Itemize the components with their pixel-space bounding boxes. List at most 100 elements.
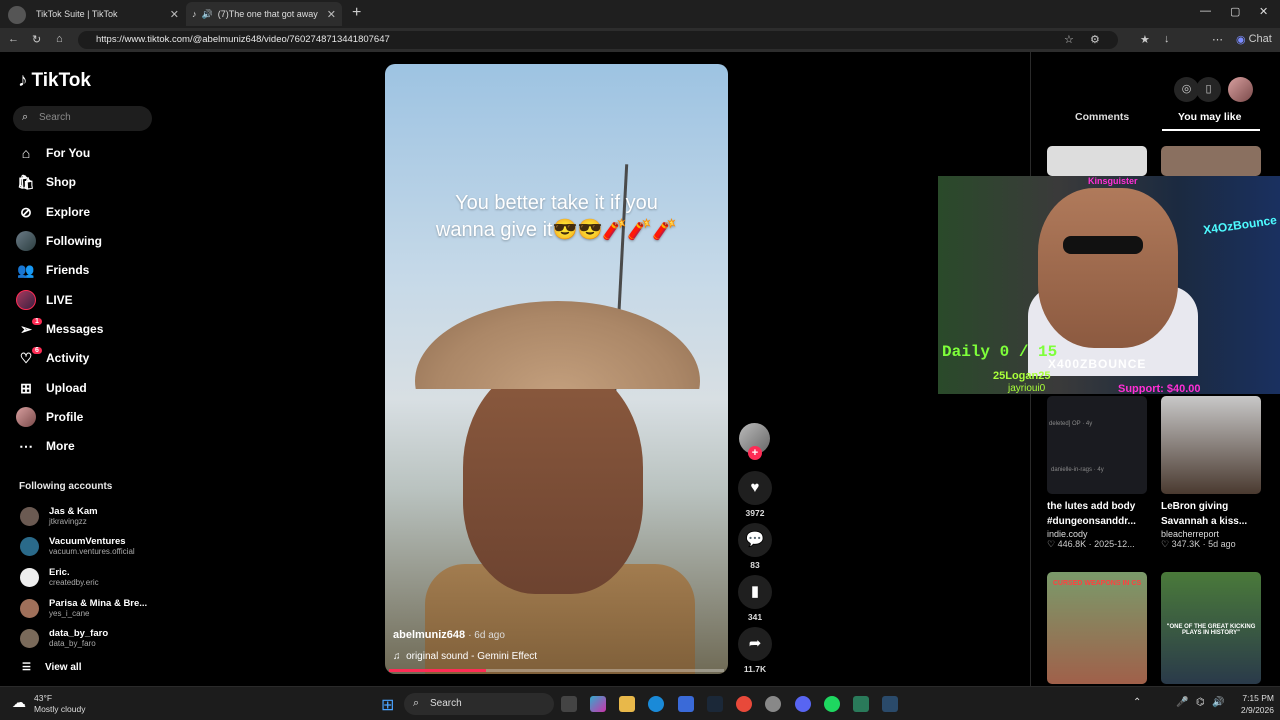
streamer-face <box>1038 188 1178 348</box>
activity-icon: ♡ 6 <box>16 346 42 367</box>
account-handle: data_by_faro <box>49 639 96 648</box>
back-icon[interactable]: ← <box>8 33 19 45</box>
weather-icon[interactable]: ☁ <box>12 694 26 711</box>
steam-icon[interactable] <box>707 696 723 712</box>
more-options-icon[interactable]: ⋯ <box>1212 33 1223 46</box>
home-icon[interactable]: ⌂ <box>56 33 63 45</box>
task-view-icon[interactable] <box>561 696 577 712</box>
account-item[interactable]: Parisa & Mina & Bre... yes_i_cane <box>20 594 147 622</box>
card-stats: ♡ 446.8K · 2025-12... <box>1047 539 1135 549</box>
close-tab-icon[interactable]: ✕ <box>170 8 179 21</box>
avatar <box>20 598 39 618</box>
tab-comments[interactable]: Comments <box>1075 111 1129 123</box>
star-icon[interactable]: ☆ <box>1064 33 1074 46</box>
profile-icon[interactable] <box>8 6 26 24</box>
minimize-icon[interactable]: — <box>1200 5 1211 17</box>
nav-explore[interactable]: ⊘ Explore <box>16 201 90 223</box>
speaker-icon[interactable]: 🔊 <box>202 9 213 20</box>
store-icon[interactable] <box>678 696 694 712</box>
account-item[interactable]: Jas & Kam jtkravingzz <box>20 502 98 530</box>
extensions-icon[interactable]: ⚙ <box>1090 33 1100 46</box>
chrome-icon[interactable] <box>736 696 752 712</box>
volume-icon[interactable]: 🔊 <box>1212 697 1224 708</box>
user-avatar[interactable] <box>1228 77 1253 102</box>
video-thumbnail[interactable]: "ONE OF THE GREAT KICKING PLAYS IN HISTO… <box>1161 572 1261 684</box>
xbox-icon[interactable] <box>853 696 869 712</box>
friends-icon: 👥 <box>17 261 35 278</box>
taskbar-search[interactable]: ⌕ Search <box>404 693 554 715</box>
nav-label: Messages <box>46 322 104 336</box>
account-item[interactable]: data_by_faro data_by_faro <box>20 624 108 652</box>
maximize-icon[interactable]: ▢ <box>1230 5 1240 18</box>
refresh-icon[interactable]: ↻ <box>32 33 41 46</box>
nav-shop[interactable]: 🛍 Shop <box>16 171 76 193</box>
view-all-link[interactable]: ☰ View all <box>22 662 81 673</box>
nav-label: More <box>46 439 75 453</box>
thumb-text: danielle-in-rags · 4y <box>1051 467 1104 473</box>
address-bar[interactable]: https://www.tiktok.com/@abelmuniz648/vid… <box>78 31 1118 49</box>
video-player[interactable]: You better take it if you wanna give it😎… <box>385 64 728 674</box>
video-sound[interactable]: ♫ original sound - Gemini Effect <box>393 651 537 662</box>
windows-start-icon[interactable]: ⊞ <box>381 695 394 715</box>
video-thumbnail[interactable]: CURSED WEAPONS IN CS <box>1047 572 1147 684</box>
music-note-icon: ♫ <box>393 651 401 662</box>
nav-label: Upload <box>46 381 87 395</box>
tab-you-may-like[interactable]: You may like <box>1178 111 1241 123</box>
tiktok-logo[interactable]: ♪ TikTok <box>18 70 91 92</box>
nav-following[interactable]: Following <box>16 230 102 252</box>
account-item[interactable]: Eric. createdby.eric <box>20 563 99 591</box>
share-button[interactable]: ➦ <box>738 627 772 661</box>
browser-tab[interactable]: TikTok Suite | TikTok ✕ <box>30 2 185 26</box>
video-thumbnail[interactable] <box>1047 146 1147 176</box>
tray-chevron-icon[interactable]: ⌃ <box>1133 697 1141 708</box>
file-explorer-icon[interactable] <box>619 696 635 712</box>
weather-widget[interactable]: 43°F Mostly cloudy <box>34 693 86 715</box>
caption-line: wanna give it😎😎🧨🧨🧨 <box>435 219 678 241</box>
video-thumbnail[interactable] <box>1161 146 1261 176</box>
downloads-icon[interactable]: ↓ <box>1164 33 1170 45</box>
video-progress-bar[interactable] <box>389 669 724 672</box>
edge-icon[interactable] <box>648 696 664 712</box>
account-item[interactable]: VacuumVentures vacuum.ventures.official <box>20 532 135 560</box>
network-icon[interactable]: ⌬ <box>1196 697 1205 708</box>
nav-live[interactable]: LIVE <box>16 289 73 311</box>
streamer-name: X400ZBOUNCE <box>1048 357 1147 371</box>
video-thumbnail[interactable]: deleted] OP · 4y danielle-in-rags · 4y <box>1047 396 1147 494</box>
recommended-card[interactable]: LeBron giving Savannah a kiss... bleache… <box>1161 499 1266 550</box>
nav-upload[interactable]: ⊞ Upload <box>16 377 87 399</box>
nav-profile[interactable]: Profile <box>16 406 83 428</box>
search-input[interactable]: ⌕ Search <box>13 106 152 131</box>
mic-icon[interactable]: 🎤 <box>1176 697 1188 708</box>
close-window-icon[interactable]: ✕ <box>1259 5 1268 18</box>
search-icon: ⌕ <box>413 697 420 709</box>
nav-messages[interactable]: ➢ 1 Messages <box>16 317 104 340</box>
favorites-icon[interactable]: ★ <box>1140 33 1150 46</box>
nav-activity[interactable]: ♡ 6 Activity <box>16 346 89 369</box>
save-button[interactable]: ▮ <box>738 575 772 609</box>
like-button[interactable]: ♥ <box>738 471 772 505</box>
copilot-icon[interactable] <box>590 696 606 712</box>
follow-plus-button[interactable]: + <box>748 446 762 460</box>
nav-more[interactable]: ⋯ More <box>16 435 75 457</box>
close-tab-icon[interactable]: ✕ <box>327 8 336 21</box>
discord-icon[interactable] <box>795 696 811 712</box>
steam-app-icon[interactable] <box>882 696 898 712</box>
settings-icon[interactable] <box>765 696 781 712</box>
following-avatar <box>16 231 36 251</box>
nav-friends[interactable]: 👥 Friends <box>16 259 89 281</box>
recommended-card[interactable]: the lutes add body #dungeonsanddr... ind… <box>1047 499 1152 550</box>
bookmark-icon: ▮ <box>750 583 760 600</box>
nav-label: Profile <box>46 410 84 424</box>
new-tab-button[interactable]: + <box>352 4 361 22</box>
video-author[interactable]: abelmuniz648 · 6d ago <box>393 629 505 641</box>
video-thumbnail[interactable] <box>1161 396 1261 494</box>
comment-button[interactable]: 💬 <box>738 523 772 557</box>
stream-overlay: Kinsguister X4OzBounce Daily 0 / 15 X400… <box>938 176 1280 394</box>
taskbar-clock[interactable]: 7:15 PM 2/9/2026 <box>1230 692 1274 716</box>
browser-tab-active[interactable]: ♪ 🔊 (7)The one that got away ✕ <box>186 2 342 26</box>
spotify-icon[interactable] <box>824 696 840 712</box>
copilot-chat-button[interactable]: ◉ Chat <box>1236 33 1272 46</box>
phone-icon[interactable]: ▯ <box>1196 77 1221 102</box>
nav-for-you[interactable]: ⌂ For You <box>16 142 90 164</box>
more-icon: ⋯ <box>19 437 33 454</box>
